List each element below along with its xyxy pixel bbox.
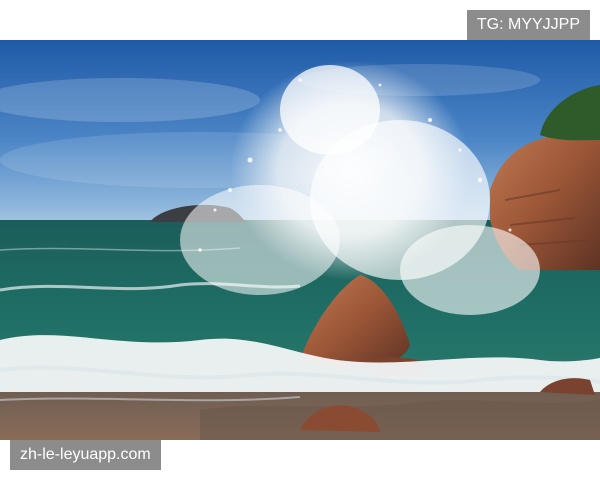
page: TG: MYYJJPP zh-le-leyuapp.com xyxy=(0,0,600,480)
watermark-telegram: TG: MYYJJPP xyxy=(466,10,590,40)
watermark-website: zh-le-leyuapp.com xyxy=(10,440,161,470)
seascape-illustration xyxy=(0,40,600,440)
seascape-photo xyxy=(0,40,600,440)
